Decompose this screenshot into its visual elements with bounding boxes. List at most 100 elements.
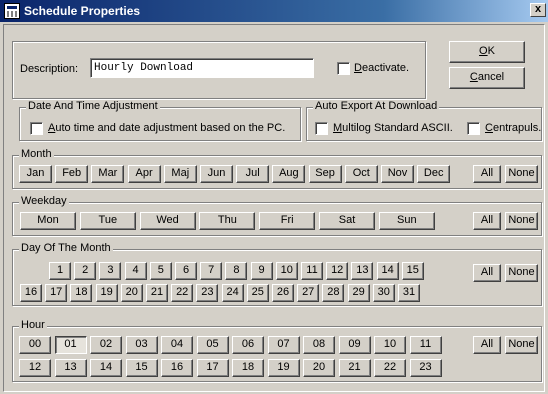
month-apr-button[interactable]: Apr	[127, 165, 161, 183]
day-14-button[interactable]: 14	[376, 262, 399, 280]
hour-21-button[interactable]: 21	[338, 359, 371, 377]
hour-18-button[interactable]: 18	[232, 359, 264, 377]
day-of-month-all-button[interactable]: All	[473, 264, 501, 282]
day-17-button[interactable]: 17	[45, 284, 68, 302]
day-3-button[interactable]: 3	[99, 262, 122, 280]
auto-time-checkbox[interactable]	[30, 122, 43, 135]
hour-14-button[interactable]: 14	[90, 359, 122, 377]
day-8-button[interactable]: 8	[225, 262, 248, 280]
multilog-label[interactable]: Multilog Standard ASCII.	[333, 122, 453, 134]
day-9-button[interactable]: 9	[250, 262, 273, 280]
weekday-wed-button[interactable]: Wed	[139, 212, 196, 230]
weekday-thu-button[interactable]: Thu	[199, 212, 256, 230]
hour-16-button[interactable]: 16	[161, 359, 193, 377]
day-22-button[interactable]: 22	[171, 284, 194, 302]
weekday-sun-button[interactable]: Sun	[378, 212, 435, 230]
day-2-button[interactable]: 2	[74, 262, 97, 280]
month-feb-button[interactable]: Feb	[55, 165, 89, 183]
day-19-button[interactable]: 19	[95, 284, 118, 302]
weekday-fri-button[interactable]: Fri	[259, 212, 316, 230]
hour-04-button[interactable]: 04	[161, 336, 193, 354]
hour-02-button[interactable]: 02	[90, 336, 122, 354]
hour-23-button[interactable]: 23	[409, 359, 442, 377]
hour-22-button[interactable]: 22	[374, 359, 406, 377]
day-12-button[interactable]: 12	[326, 262, 349, 280]
datetime-group-title: Date And Time Adjustment	[26, 100, 160, 112]
close-icon[interactable]: x	[530, 3, 546, 17]
day-6-button[interactable]: 6	[175, 262, 197, 280]
day-13-button[interactable]: 13	[351, 262, 374, 280]
day-31-button[interactable]: 31	[398, 284, 420, 302]
month-all-button[interactable]: All	[473, 165, 501, 183]
day-1-button[interactable]: 1	[49, 262, 71, 280]
day-27-button[interactable]: 27	[297, 284, 320, 302]
hour-15-button[interactable]: 15	[125, 359, 158, 377]
month-jun-button[interactable]: Jun	[200, 165, 233, 183]
month-oct-button[interactable]: Oct	[344, 165, 378, 183]
hour-05-button[interactable]: 05	[196, 336, 229, 354]
centrapuls-label[interactable]: Centrapuls.	[485, 122, 541, 134]
deactivate-checkbox[interactable]	[337, 62, 350, 75]
hour-03-button[interactable]: 03	[125, 336, 158, 354]
day-29-button[interactable]: 29	[347, 284, 370, 302]
hour-09-button[interactable]: 09	[338, 336, 371, 354]
month-jul-button[interactable]: Jul	[236, 165, 270, 183]
month-aug-button[interactable]: Aug	[272, 165, 306, 183]
month-nov-button[interactable]: Nov	[381, 165, 414, 183]
weekday-mon-button[interactable]: Mon	[20, 212, 76, 230]
month-none-button[interactable]: None	[505, 165, 538, 183]
datetime-group: Date And Time Adjustment Auto time and d…	[19, 100, 301, 141]
hour-06-button[interactable]: 06	[232, 336, 264, 354]
dialog-body: Description: Deactivate. OK Cancel Date …	[3, 24, 545, 392]
month-sep-button[interactable]: Sep	[308, 165, 342, 183]
day-21-button[interactable]: 21	[146, 284, 168, 302]
description-input[interactable]	[90, 58, 314, 78]
month-jan-button[interactable]: Jan	[19, 165, 52, 183]
hour-10-button[interactable]: 10	[374, 336, 406, 354]
export-group: Auto Export At Download Multilog Standar…	[306, 100, 542, 141]
hour-00-button[interactable]: 00	[19, 336, 51, 354]
day-26-button[interactable]: 26	[272, 284, 294, 302]
day-4-button[interactable]: 4	[124, 262, 147, 280]
day-23-button[interactable]: 23	[196, 284, 219, 302]
month-dec-button[interactable]: Dec	[417, 165, 451, 183]
month-mar-button[interactable]: Mar	[91, 165, 125, 183]
month-maj-button[interactable]: Maj	[163, 165, 197, 183]
day-15-button[interactable]: 15	[401, 262, 424, 280]
day-of-month-none-button[interactable]: None	[505, 264, 538, 282]
day-28-button[interactable]: 28	[322, 284, 345, 302]
hour-12-button[interactable]: 12	[19, 359, 51, 377]
hour-none-button[interactable]: None	[505, 336, 538, 354]
day-30-button[interactable]: 30	[372, 284, 395, 302]
centrapuls-checkbox[interactable]	[467, 122, 480, 135]
multilog-checkbox[interactable]	[315, 122, 328, 135]
deactivate-label[interactable]: Deactivate.	[354, 62, 409, 74]
hour-11-button[interactable]: 11	[409, 336, 442, 354]
ok-button[interactable]: OK	[449, 41, 525, 63]
day-11-button[interactable]: 11	[301, 262, 323, 280]
weekday-all-button[interactable]: All	[473, 212, 501, 230]
cancel-button[interactable]: Cancel	[449, 67, 525, 89]
hour-08-button[interactable]: 08	[303, 336, 335, 354]
day-25-button[interactable]: 25	[246, 284, 269, 302]
weekday-sat-button[interactable]: Sat	[319, 212, 375, 230]
hour-01-button[interactable]: 01	[54, 336, 87, 354]
hour-13-button[interactable]: 13	[54, 359, 87, 377]
day-10-button[interactable]: 10	[275, 262, 298, 280]
day-24-button[interactable]: 24	[221, 284, 244, 302]
hour-all-button[interactable]: All	[473, 336, 501, 354]
day-5-button[interactable]: 5	[149, 262, 172, 280]
hour-07-button[interactable]: 07	[267, 336, 300, 354]
weekday-tue-button[interactable]: Tue	[79, 212, 136, 230]
weekday-none-button[interactable]: None	[505, 212, 538, 230]
hour-19-button[interactable]: 19	[267, 359, 300, 377]
day-18-button[interactable]: 18	[70, 284, 93, 302]
auto-time-label[interactable]: Auto time and date adjustment based on t…	[48, 122, 285, 134]
day-16-button[interactable]: 16	[20, 284, 42, 302]
hour-20-button[interactable]: 20	[303, 359, 335, 377]
day-20-button[interactable]: 20	[120, 284, 143, 302]
day-7-button[interactable]: 7	[200, 262, 223, 280]
month-group: Month Jan Feb Mar Apr Maj Jun Jul Aug Sep Oct Nov D…	[12, 148, 542, 189]
day-of-month-group: Day Of The Month 1 2 3 4 5 6 7 8 9 10 11 12 13 14 15 16…	[12, 242, 542, 306]
hour-17-button[interactable]: 17	[196, 359, 229, 377]
